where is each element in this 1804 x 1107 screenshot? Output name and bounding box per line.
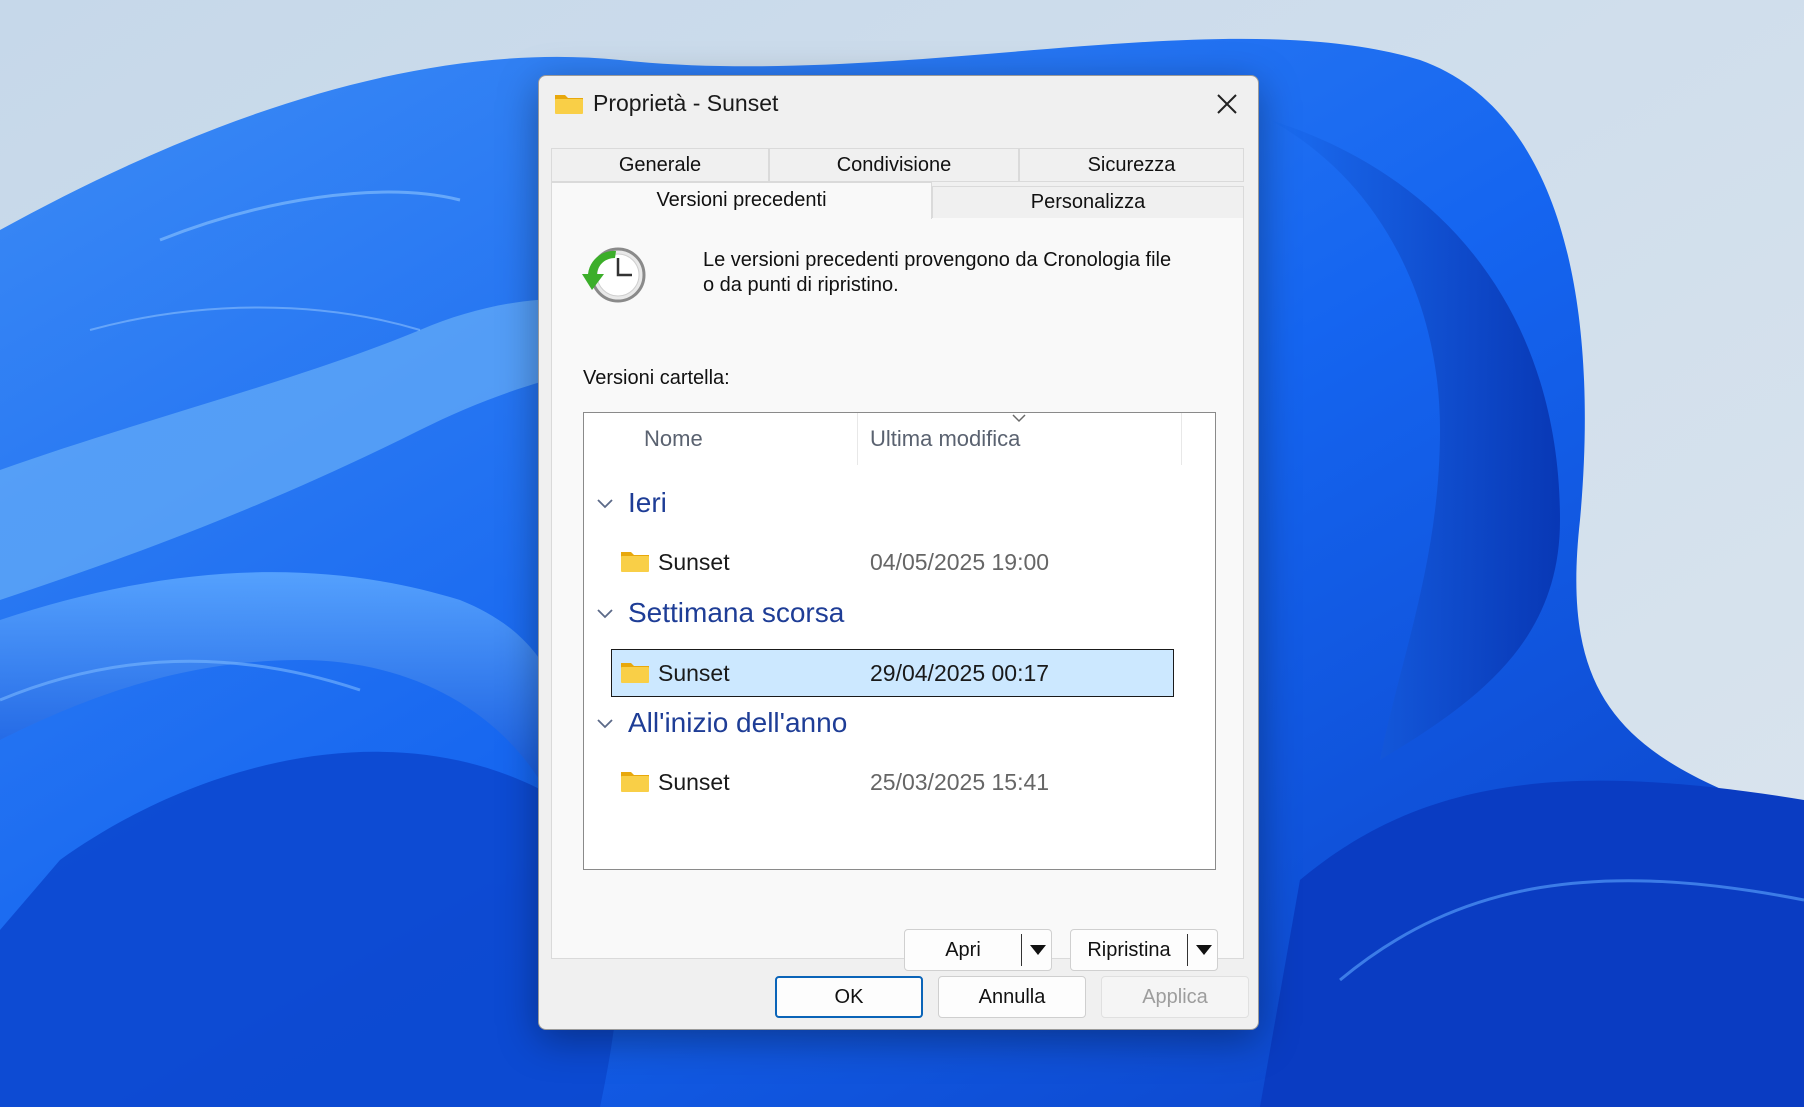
group-label: Settimana scorsa [628,597,845,628]
window-title: Proprietà - Sunset [593,90,779,116]
list-item[interactable]: Sunset 25/03/2025 15:41 [612,759,1174,805]
folder-versions-label: Versioni cartella: [583,367,730,389]
group-label: All'inizio dell'anno [628,707,848,738]
previous-versions-panel: Le versioni precedenti provengono da Cro… [551,218,1244,971]
apply-button[interactable]: Applica [1101,976,1249,1018]
list-item-selected[interactable]: Sunset 29/04/2025 00:17 [611,649,1174,697]
chevron-down-icon [597,609,613,619]
folder-icon [555,95,583,114]
cancel-button[interactable]: Annulla [938,976,1086,1018]
open-dropdown-button[interactable] [1024,930,1052,970]
ok-button[interactable]: OK [775,976,923,1018]
versions-list[interactable]: Nome Ultima modifica Ieri Sunset 04/05/2… [583,412,1216,870]
dropdown-arrow-icon [1196,945,1212,955]
group-header-ieri[interactable]: Ieri [596,485,667,521]
close-icon [1217,94,1237,114]
folder-icon [621,663,649,683]
list-item[interactable]: Sunset 04/05/2025 19:00 [612,539,1174,585]
close-button[interactable] [1204,84,1250,124]
group-header-settimana-scorsa[interactable]: Settimana scorsa [596,595,844,631]
item-name: Sunset [658,660,730,686]
restore-button[interactable]: Ripristina [1071,930,1187,970]
open-button[interactable]: Apri [905,930,1021,970]
history-clock-icon [582,247,646,303]
chevron-down-icon [597,499,613,509]
item-modified: 29/04/2025 00:17 [870,660,1050,686]
title-bar[interactable]: Proprietà - Sunset [539,76,1258,132]
split-divider [1021,934,1022,966]
group-label: Ieri [628,487,667,518]
tab-sicurezza[interactable]: Sicurezza [1019,148,1244,182]
column-header-modified[interactable]: Ultima modifica [858,413,1168,465]
folder-icon [621,552,649,572]
dropdown-arrow-icon [1030,945,1046,955]
properties-dialog: Proprietà - Sunset Generale Condivisione… [538,75,1259,1030]
open-split-button[interactable]: Apri [904,929,1052,971]
info-text: Le versioni precedenti provengono da Cro… [703,248,1223,298]
tab-generale[interactable]: Generale [551,148,769,182]
folder-icon [621,772,649,792]
tab-versioni-precedenti[interactable]: Versioni precedenti [551,182,932,219]
restore-dropdown-button[interactable] [1190,930,1218,970]
column-separator [1181,413,1182,465]
info-line-1: Le versioni precedenti provengono da Cro… [703,249,1172,271]
column-header-name[interactable]: Nome [584,413,857,465]
info-line-2: o da punti di ripristino. [703,274,899,296]
item-modified: 04/05/2025 19:00 [870,549,1050,575]
chevron-down-icon [597,719,613,729]
item-name: Sunset [658,769,730,795]
group-header-inizio-anno[interactable]: All'inizio dell'anno [596,705,847,741]
restore-split-button[interactable]: Ripristina [1070,929,1218,971]
item-modified: 25/03/2025 15:41 [870,769,1050,795]
item-name: Sunset [658,549,730,575]
tab-condivisione[interactable]: Condivisione [769,148,1019,182]
split-divider [1187,934,1188,966]
tab-personalizza[interactable]: Personalizza [932,186,1244,219]
